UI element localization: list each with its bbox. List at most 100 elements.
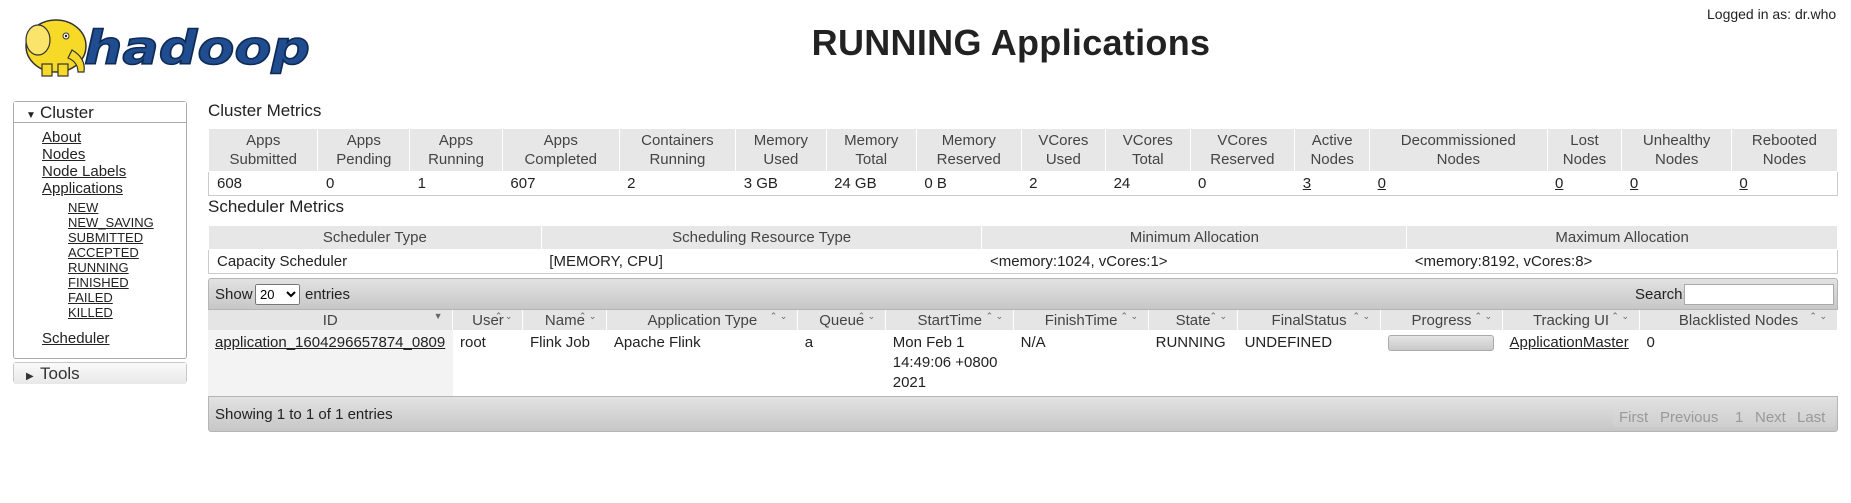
- progress-cell: [1381, 330, 1503, 396]
- tracking-ui-link[interactable]: ApplicationMaster: [1510, 334, 1629, 351]
- sort-both-icon: ⌃ ⌄: [1809, 311, 1827, 321]
- sort-both-icon: ⌃ ⌄: [985, 311, 1004, 321]
- scheduler-metric-header: Minimum Allocation: [981, 225, 1408, 250]
- sidebar-state-submitted[interactable]: SUBMITTED: [68, 230, 186, 245]
- column-header-sortable[interactable]: State ⌃ ⌄: [1148, 310, 1239, 330]
- app-id-cell: application_1604296657874_0809: [208, 330, 453, 396]
- sort-both-icon: ⌃ ⌄: [494, 311, 513, 321]
- sidebar-link-applications[interactable]: Applications: [42, 180, 186, 197]
- pager-previous[interactable]: Previous: [1660, 409, 1718, 426]
- name-cell: Flink Job: [529, 334, 590, 351]
- header-line: VCores: [1122, 132, 1173, 149]
- final-status-cell: UNDEFINED: [1244, 334, 1333, 351]
- tools-section-label: Tools: [40, 364, 80, 383]
- finish-time-cell: N/A: [1020, 334, 1046, 351]
- header-line: Decommissioned: [1400, 132, 1516, 149]
- column-header-sortable[interactable]: Queue ⌃ ⌄: [797, 310, 887, 330]
- column-header-label: ID: [322, 311, 338, 329]
- column-header-sortable[interactable]: Blacklisted Nodes ⌃ ⌄: [1639, 310, 1838, 330]
- header-line: Running: [649, 151, 706, 168]
- node-count-link[interactable]: 0: [1739, 175, 1747, 192]
- sidebar-state-accepted[interactable]: ACCEPTED: [68, 245, 186, 260]
- cluster-metric-header: VCores Used: [1020, 128, 1107, 172]
- sort-both-icon: ⌃ ⌄: [1611, 311, 1630, 321]
- sidebar-state-running[interactable]: RUNNING: [68, 260, 186, 275]
- user-cell: root: [459, 334, 486, 351]
- cluster-metric-header: Active Nodes: [1294, 128, 1371, 172]
- sort-both-icon: ⌃ ⌄: [857, 311, 876, 321]
- cluster-metric-header: VCores Total: [1105, 128, 1191, 172]
- header-line: Running: [428, 151, 484, 168]
- column-header-sortable[interactable]: User ⌃ ⌄: [452, 310, 524, 330]
- node-count-link[interactable]: 3: [1303, 175, 1311, 192]
- pager-last[interactable]: Last: [1797, 409, 1825, 426]
- column-header-sortable[interactable]: Name ⌃ ⌄: [522, 310, 608, 330]
- sidebar-tools-panel[interactable]: ▶ Tools: [13, 362, 187, 384]
- expanded-triangle-icon: ▼: [26, 110, 36, 121]
- header-line: Lost: [1570, 132, 1599, 149]
- cluster-metric-header: Memory Reserved: [915, 128, 1022, 172]
- header-line: Apps: [346, 132, 381, 149]
- cluster-metric-value: 0: [317, 171, 410, 196]
- column-header-sortable[interactable]: ID ▼: [208, 310, 454, 330]
- sidebar-link-nodes[interactable]: Nodes: [42, 146, 186, 163]
- sidebar-link-scheduler[interactable]: Scheduler: [42, 330, 186, 347]
- column-header-label: Tracking UI: [1532, 311, 1610, 329]
- start-time-cell: Mon Feb 1 14:49:06 +0800 2021: [892, 334, 998, 391]
- cluster-metric-value: 3 GB: [735, 171, 827, 196]
- cluster-metric-value: 0: [1621, 171, 1732, 196]
- pager-page-1[interactable]: 1: [1735, 409, 1743, 426]
- sidebar-cluster-panel: ▼ Cluster About Nodes Node Labels Applica…: [13, 101, 187, 359]
- sidebar-link-about[interactable]: About: [42, 129, 186, 146]
- search-input[interactable]: [1684, 284, 1834, 305]
- cluster-section-label: Cluster: [40, 103, 94, 122]
- column-header-label: Application Type: [647, 311, 758, 329]
- cluster-metric-value: 0: [1190, 171, 1295, 196]
- search-label: Search:: [1635, 286, 1687, 303]
- cluster-metric-header: Unhealthy Nodes: [1621, 128, 1732, 172]
- page-length-select[interactable]: 20: [255, 284, 300, 305]
- sidebar-link-node-labels[interactable]: Node Labels: [42, 163, 186, 180]
- sort-both-icon: ⌃ ⌄: [769, 311, 788, 321]
- header-line: Total: [855, 151, 888, 168]
- sidebar-state-finished[interactable]: FINISHED: [68, 275, 186, 290]
- header-line: Memory: [753, 132, 808, 149]
- cluster-section-toggle[interactable]: ▼ Cluster: [14, 102, 186, 123]
- sidebar-state-new[interactable]: NEW: [68, 200, 186, 215]
- header-line: VCores: [1217, 132, 1268, 149]
- header-line: Submitted: [229, 151, 298, 168]
- header-line: Reserved: [936, 151, 1001, 168]
- cluster-metric-header: VCores Reserved: [1189, 128, 1296, 172]
- app-id-link[interactable]: application_1604296657874_0809: [215, 334, 445, 351]
- sort-both-icon: ⌃ ⌄: [578, 311, 597, 321]
- cluster-metric-header: Containers Running: [618, 128, 737, 172]
- column-header-label: FinalStatus: [1271, 311, 1347, 329]
- header-line: Nodes: [1654, 151, 1699, 168]
- column-header-sortable[interactable]: Tracking UI ⌃ ⌄: [1502, 310, 1641, 330]
- cluster-metric-header: Apps Submitted: [207, 128, 319, 172]
- pagination: First Previous 1 Next Last: [1613, 401, 1835, 427]
- sidebar-state-killed[interactable]: KILLED: [68, 305, 186, 320]
- tools-section-toggle[interactable]: ▶ Tools: [14, 363, 186, 384]
- pager-next[interactable]: Next: [1755, 409, 1786, 426]
- node-count-link[interactable]: 0: [1630, 175, 1638, 192]
- cluster-metric-header: Rebooted Nodes: [1730, 128, 1839, 172]
- header-line: Memory: [941, 132, 996, 149]
- column-header-sortable[interactable]: FinishTime ⌃ ⌄: [1013, 310, 1150, 330]
- sidebar-state-failed[interactable]: FAILED: [68, 290, 186, 305]
- header-line: Completed: [524, 151, 598, 168]
- header-line: Unhealthy: [1642, 132, 1711, 149]
- progress-bar: [1387, 335, 1494, 351]
- sidebar-state-new-saving[interactable]: NEW_SAVING: [68, 215, 186, 230]
- header-line: Rebooted: [1751, 132, 1817, 149]
- node-count-link[interactable]: 0: [1555, 175, 1563, 192]
- node-count-link[interactable]: 0: [1378, 175, 1386, 192]
- state-cell: RUNNING: [1155, 334, 1226, 351]
- column-header-sortable[interactable]: FinalStatus ⌃ ⌄: [1237, 310, 1382, 330]
- column-header-sortable[interactable]: Application Type ⌃ ⌄: [606, 310, 799, 330]
- cluster-metric-value: 2: [619, 171, 736, 196]
- blacklisted-nodes-cell: 0: [1646, 334, 1655, 351]
- pager-first[interactable]: First: [1619, 409, 1648, 426]
- column-header-sortable[interactable]: Progress ⌃ ⌄: [1380, 310, 1504, 330]
- column-header-sortable[interactable]: StartTime ⌃ ⌄: [885, 310, 1015, 330]
